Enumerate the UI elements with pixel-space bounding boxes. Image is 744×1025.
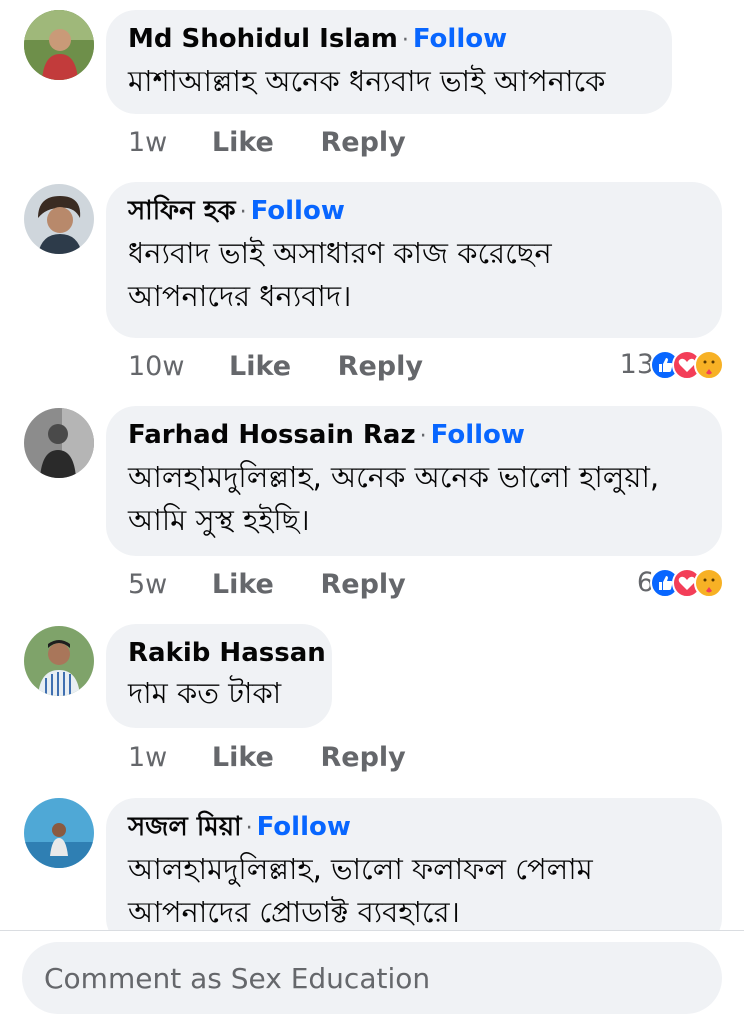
comment-time[interactable]: 1w (128, 741, 167, 775)
comment-text: আলহামদুলিল্লাহ, অনেক অনেক ভালো হালুয়া, (128, 460, 660, 494)
follow-button[interactable]: Follow (413, 24, 507, 54)
comment-text: মাশাআল্লাহ অনেক ধন্যবাদ ভাই আপনাকে (128, 64, 606, 98)
comment-bubble: সাফিন হক · Follow ধন্যবাদ ভাই অসাধারণ কাজ … (106, 182, 722, 338)
comment-actions: 10w Like Reply (128, 350, 461, 384)
comment-text: আপনাদের ধন্যবাদ। (128, 279, 352, 313)
care-icon (694, 350, 724, 380)
like-button[interactable]: Like (229, 350, 291, 384)
avatar[interactable] (24, 798, 94, 868)
comment-text: আপনাদের প্রোডাক্ট ব্যবহারে। (128, 895, 460, 929)
follow-button[interactable]: Follow (431, 420, 525, 450)
comment-actions: 1w Like Reply (128, 126, 444, 160)
commenter-name[interactable]: Rakib Hassan (128, 638, 326, 668)
comment-bubble: Rakib Hassan দাম কত টাকা (106, 624, 332, 728)
comment-text: দাম কত টাকা (128, 676, 282, 710)
separator-dot: · (419, 424, 427, 449)
comment-time[interactable]: 1w (128, 126, 167, 160)
reaction-summary[interactable]: 13 (620, 348, 724, 382)
reaction-summary[interactable]: 6 (637, 566, 724, 600)
comment-actions: 5w Like Reply (128, 568, 444, 602)
reply-button[interactable]: Reply (320, 741, 405, 775)
follow-button[interactable]: Follow (251, 196, 345, 226)
comment-time[interactable]: 10w (128, 350, 184, 384)
commenter-name[interactable]: Md Shohidul Islam (128, 24, 398, 54)
separator-dot: · (239, 200, 247, 225)
commenter-name[interactable]: সজল মিয়া (128, 812, 242, 842)
like-button[interactable]: Like (212, 126, 274, 160)
comment-bubble: Md Shohidul Islam · Follow মাশাআল্লাহ অনেক… (106, 10, 672, 114)
reaction-count: 13 (619, 349, 654, 380)
reply-button[interactable]: Reply (320, 568, 405, 602)
comment-bubble: সজল মিয়া · Follow আলহামদুলিল্লাহ, ভালো ফল… (106, 798, 722, 930)
comment-text: আলহামদুলিল্লাহ, ভালো ফলাফল পেলাম (128, 852, 593, 886)
commenter-name[interactable]: সাফিন হক (128, 196, 236, 226)
comment-text: আমি সুস্থ হইছি। (128, 503, 310, 537)
comment-actions: 1w Like Reply (128, 741, 444, 775)
comment-bubble: Farhad Hossain Raz · Follow আলহামদুলিল্লাহ… (106, 406, 722, 556)
commenter-name[interactable]: Farhad Hossain Raz (128, 420, 416, 450)
like-button[interactable]: Like (212, 568, 274, 602)
reply-button[interactable]: Reply (338, 350, 423, 384)
comments-list: Md Shohidul Islam · Follow মাশাআল্লাহ অনেক… (0, 0, 744, 930)
separator-dot: · (401, 28, 409, 53)
care-icon (694, 568, 724, 598)
avatar[interactable] (24, 408, 94, 478)
separator-dot: · (245, 816, 253, 841)
like-button[interactable]: Like (212, 741, 274, 775)
comment-input[interactable] (22, 942, 722, 1014)
avatar[interactable] (24, 184, 94, 254)
avatar[interactable] (24, 10, 94, 80)
avatar[interactable] (24, 626, 94, 696)
follow-button[interactable]: Follow (257, 812, 351, 842)
comment-composer-bar (0, 930, 744, 1025)
comment-time[interactable]: 5w (128, 568, 167, 602)
reply-button[interactable]: Reply (320, 126, 405, 160)
comment-text: ধন্যবাদ ভাই অসাধারণ কাজ করেছেন (128, 236, 552, 270)
